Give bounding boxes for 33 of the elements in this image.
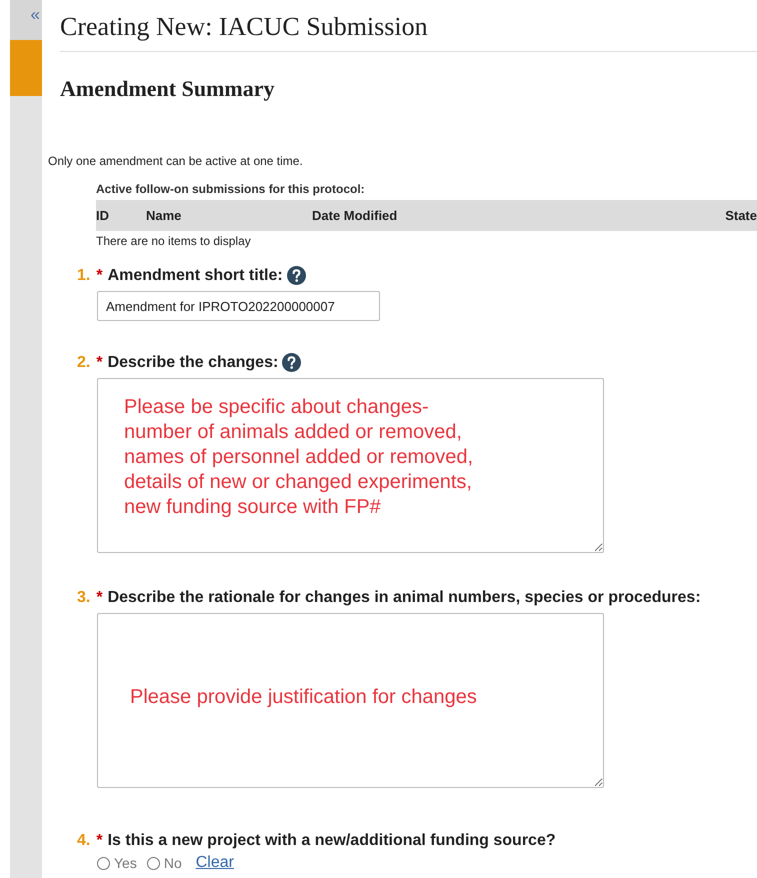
active-section-marker — [10, 40, 42, 96]
notice-text: Only one amendment can be active at one time. — [48, 154, 304, 168]
question-label: Describe the changes: — [108, 354, 278, 372]
table-caption: Active follow-on submissions for this protocol: — [96, 182, 366, 196]
radio-button[interactable] — [146, 856, 160, 870]
radio-label: No — [164, 855, 182, 871]
column-header: Date Modified — [312, 208, 398, 223]
question-number: 2. — [77, 354, 90, 372]
question-label: Describe the rationale for changes in animal numbers, species or procedures: — [108, 589, 701, 607]
required-mark: * — [96, 589, 103, 607]
question-number: 1. — [77, 266, 90, 284]
radio-button[interactable] — [97, 856, 110, 870]
clear-link[interactable]: Clear — [196, 854, 234, 872]
required-mark: * — [96, 354, 103, 372]
help-icon[interactable] — [282, 353, 302, 372]
column-header: State — [725, 208, 757, 223]
question-number: 3. — [77, 589, 90, 607]
page-title: Creating New: IACUC Submission — [60, 11, 429, 43]
question-label: Amendment short title: — [108, 266, 283, 284]
radio-label: Yes — [114, 855, 137, 871]
section-heading: Amendment Summary — [60, 76, 276, 102]
column-header: ID — [96, 208, 110, 223]
text-area[interactable]: Please provide justification for changes — [97, 613, 604, 788]
required-mark: * — [96, 832, 103, 850]
question-label: Is this a new project with a new/additional funding source? — [108, 832, 556, 850]
input-field[interactable]: Amendment for IPROTO202200000007 — [97, 291, 380, 321]
collapse-icon[interactable]: « — [30, 6, 40, 23]
column-header: Name — [146, 208, 182, 223]
question-number: 4. — [77, 832, 90, 850]
text-area[interactable]: Please be specific about changes- number of animals added or removed, names of personnel added or removed, details of new or changed experiments, new funding source with FP# — [97, 378, 604, 553]
help-icon[interactable] — [286, 266, 306, 285]
required-mark: * — [96, 266, 103, 284]
empty-message: There are no items to display — [96, 234, 252, 248]
